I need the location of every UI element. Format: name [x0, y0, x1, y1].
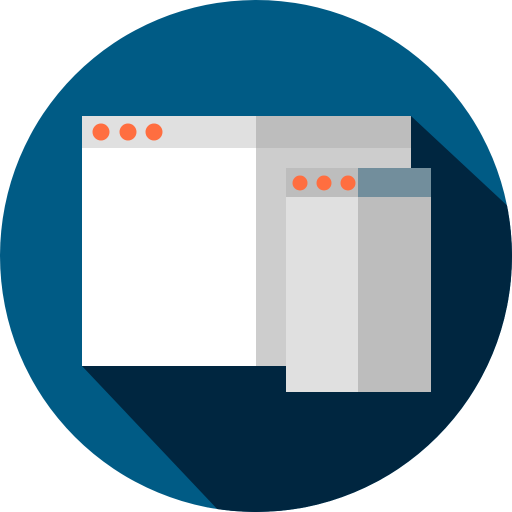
small-window-dot-3	[340, 175, 356, 191]
small-window-dot-1	[292, 175, 308, 191]
icon-canvas	[0, 0, 512, 512]
large-window-body	[82, 116, 257, 366]
browser-windows-icon	[0, 0, 512, 512]
small-window-side-panel	[358, 168, 431, 392]
large-window-dot-2	[119, 123, 137, 141]
small-window-dot-2	[316, 175, 332, 191]
small-window	[286, 168, 431, 392]
large-window-dot-1	[92, 123, 110, 141]
small-window-body	[286, 168, 359, 392]
small-window-side-bar	[358, 168, 431, 197]
large-window-side-bar	[256, 116, 411, 148]
large-window-dot-3	[145, 123, 163, 141]
